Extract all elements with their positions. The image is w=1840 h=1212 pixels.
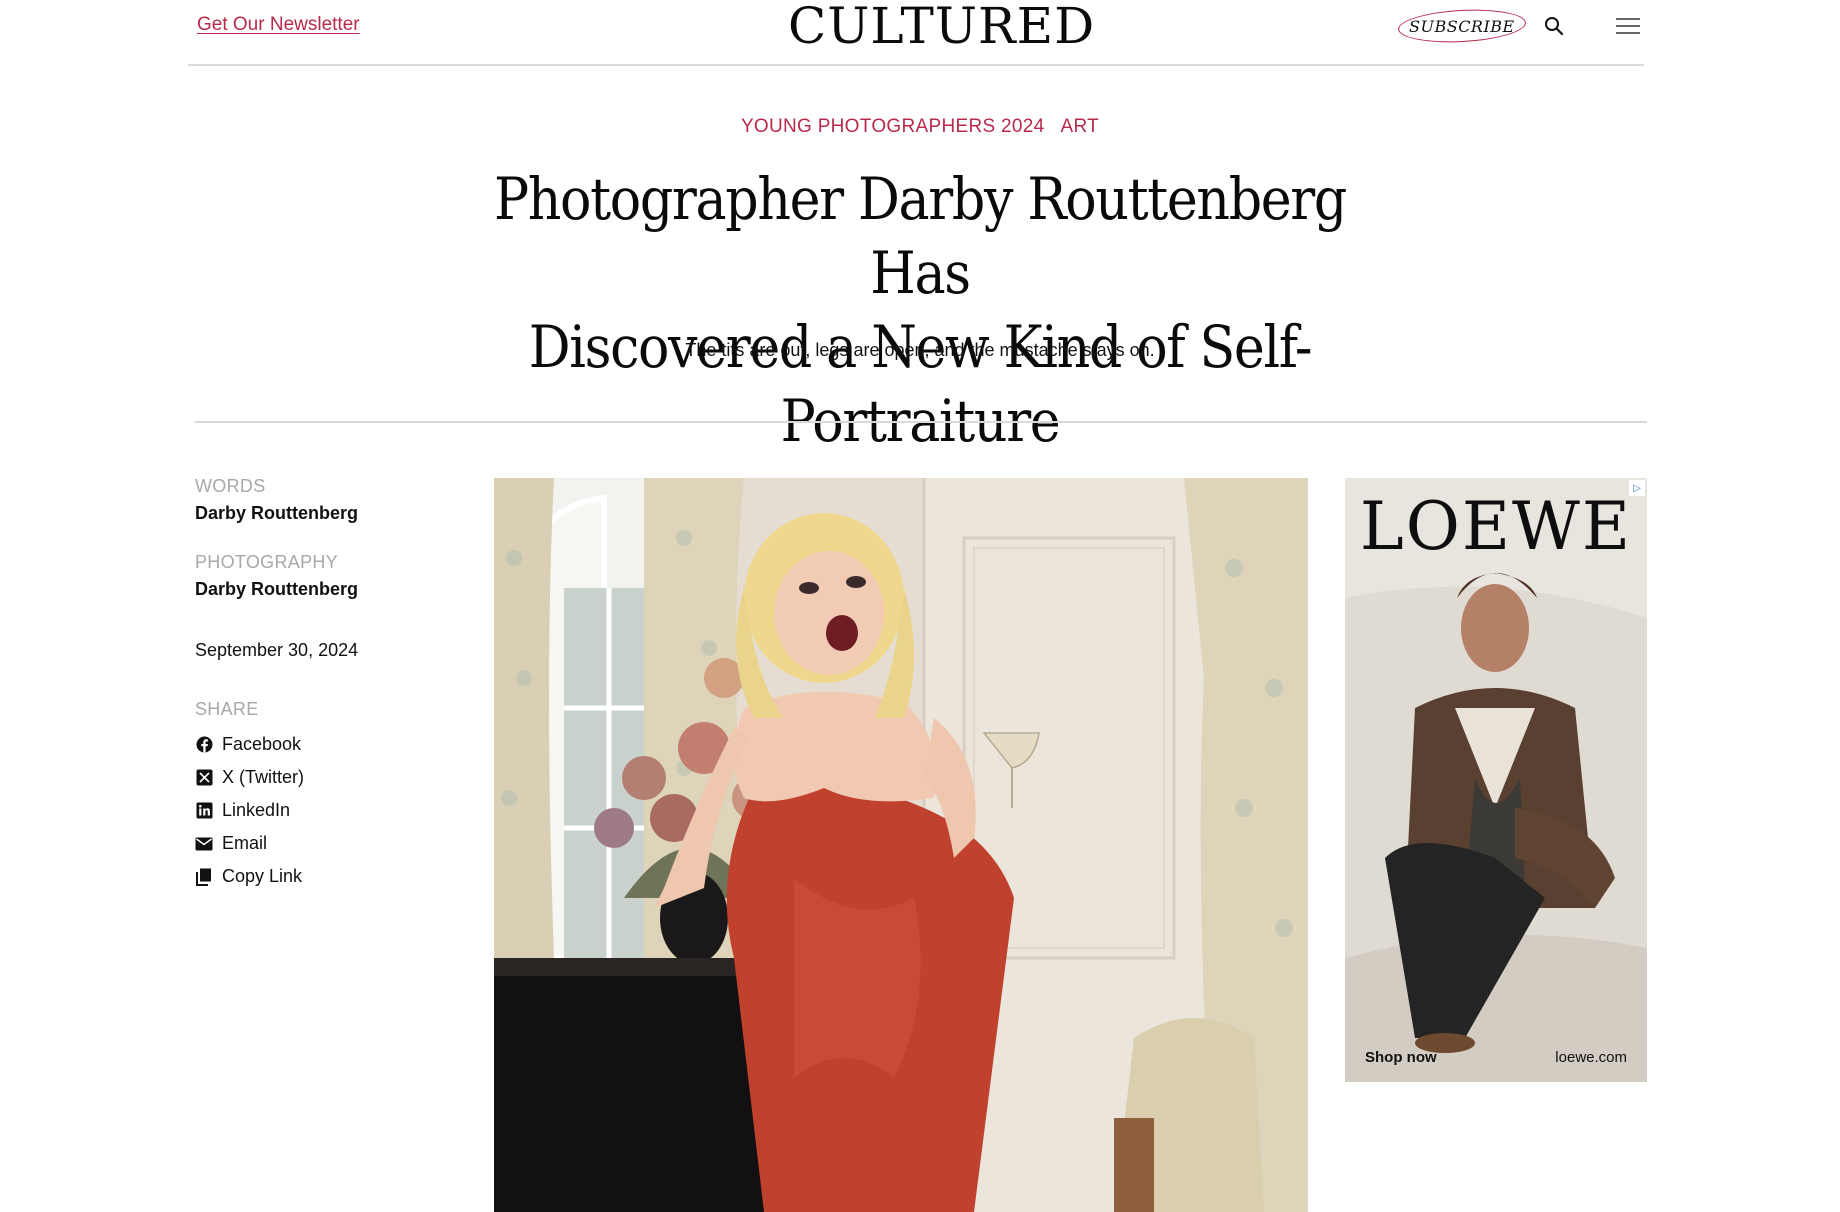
share-item-label: Email: [222, 833, 268, 853]
share-item-label: LinkedIn: [222, 800, 291, 820]
linkedin-icon: [195, 802, 213, 820]
category-young-photographers[interactable]: YOUNG PHOTOGRAPHERS 2024: [741, 116, 1045, 137]
x-twitter-icon: [195, 769, 213, 787]
article-headline: Photographer Darby Routtenberg Has Disco…: [470, 162, 1370, 458]
photography-author[interactable]: Darby Routtenberg: [195, 579, 455, 600]
ad-shop-now[interactable]: Shop now: [1365, 1049, 1437, 1066]
share-facebook[interactable]: Facebook: [195, 728, 455, 761]
words-label: WORDS: [195, 476, 266, 496]
share-email[interactable]: Email: [195, 827, 455, 860]
share-item-label: X (Twitter): [222, 767, 305, 787]
share-item-label: Copy Link: [222, 866, 303, 886]
site-logo[interactable]: CULTURED: [788, 0, 1094, 56]
share-copy-link[interactable]: Copy Link: [195, 860, 455, 893]
hamburger-menu-icon[interactable]: [1614, 14, 1642, 38]
hero-photo: [494, 478, 1308, 1212]
share-label: SHARE: [195, 699, 259, 719]
ad-image: [1345, 478, 1647, 1082]
ad-brand-logo: LOEWE: [1359, 488, 1633, 565]
photography-credit: PHOTOGRAPHY Darby Routtenberg: [195, 552, 455, 600]
share-x-twitter[interactable]: X (Twitter): [195, 761, 455, 794]
words-author[interactable]: Darby Routtenberg: [195, 503, 455, 524]
share-item-label: Facebook: [222, 734, 302, 754]
share-list: Facebook X (Twitter) LinkedIn Email Copy…: [195, 728, 455, 893]
subscribe-label: SUBSCRIBE: [1409, 16, 1515, 36]
newsletter-link[interactable]: Get Our Newsletter: [197, 14, 360, 36]
share-linkedin[interactable]: LinkedIn: [195, 794, 455, 827]
article-dek: The tits are out, legs are open, and the…: [685, 340, 1155, 360]
category-art[interactable]: ART: [1060, 116, 1099, 137]
ad-choices-icon[interactable]: ▷: [1629, 480, 1645, 496]
headline-line-1: Photographer Darby Routtenberg Has: [494, 165, 1347, 307]
hero-photo-illustration: [494, 478, 1308, 1212]
facebook-icon: [195, 736, 213, 754]
words-credit: WORDS Darby Routtenberg: [195, 476, 455, 524]
ad-url[interactable]: loewe.com: [1555, 1049, 1627, 1066]
subscribe-button[interactable]: SUBSCRIBE: [1397, 6, 1527, 46]
publish-date: September 30, 2024: [195, 640, 359, 660]
site-header: Get Our Newsletter CULTURED SUBSCRIBE: [188, 0, 1644, 66]
headline-line-2: Discovered a New Kind of Self-Portraitur…: [528, 313, 1313, 455]
search-icon[interactable]: [1542, 14, 1566, 38]
article-credits: WORDS Darby Routtenberg PHOTOGRAPHY Darb…: [195, 476, 455, 893]
copy-link-icon: [195, 868, 213, 886]
header-divider: [195, 421, 1647, 423]
loewe-advertisement[interactable]: LOEWE ▷ Shop now loewe.com: [1345, 478, 1647, 1082]
article-categories: YOUNG PHOTOGRAPHERS 2024 ART: [0, 116, 1840, 138]
email-icon: [195, 835, 213, 853]
photography-label: PHOTOGRAPHY: [195, 552, 338, 572]
